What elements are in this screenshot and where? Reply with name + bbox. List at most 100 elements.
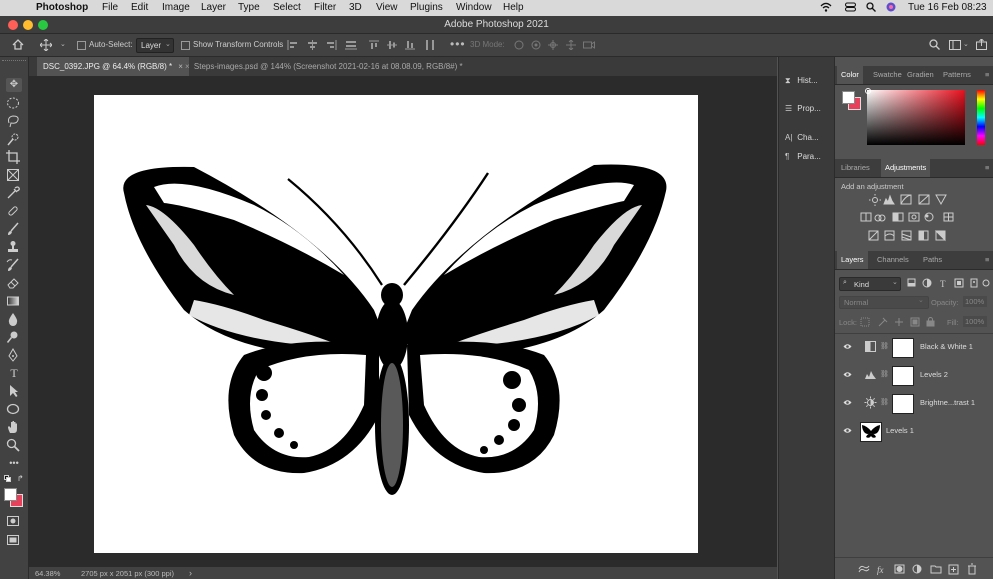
layer-name[interactable]: Black & White 1 (920, 342, 973, 351)
auto-select-dropdown[interactable]: Layer ⌄ (136, 38, 174, 53)
clone-stamp-tool-icon[interactable] (6, 240, 22, 254)
visibility-eye-icon[interactable] (843, 343, 852, 350)
hand-tool-icon[interactable] (6, 420, 22, 434)
close-tab-icon[interactable]: × (185, 62, 190, 71)
menu-app-name[interactable]: Photoshop (36, 2, 88, 13)
tab-adjustments[interactable]: Adjustments (881, 159, 931, 177)
layer-image-thumbnail[interactable] (860, 422, 882, 442)
eraser-tool-icon[interactable] (6, 276, 22, 290)
menu-select[interactable]: Select (273, 2, 301, 13)
layer-name[interactable]: Brightne...trast 1 (920, 398, 975, 407)
type-tool-icon[interactable]: T (6, 366, 22, 380)
3d-roll-icon[interactable] (531, 40, 541, 50)
ellipse-tool-icon[interactable] (6, 402, 22, 416)
color-field[interactable] (865, 88, 965, 145)
align-left-icon[interactable] (287, 40, 298, 50)
visibility-eye-icon[interactable] (843, 371, 852, 378)
layer-row-brightness-contrast-1[interactable]: ⛓ Brightne...trast 1 (836, 390, 993, 416)
lasso-tool-icon[interactable] (6, 114, 22, 128)
menu-3d[interactable]: 3D (349, 2, 362, 13)
dock-character[interactable]: A| Cha... (785, 130, 819, 146)
mask-link-icon[interactable]: ⛓ (880, 398, 889, 406)
share-icon[interactable] (976, 39, 987, 50)
tab-steps-images[interactable]: × Steps-images.psd @ 144% (Screenshot 20… (179, 57, 469, 76)
history-brush-tool-icon[interactable] (6, 258, 22, 272)
wifi-icon[interactable] (820, 2, 832, 12)
color-picker-cursor[interactable] (865, 88, 871, 94)
panel-menu-icon[interactable]: ≡ (981, 159, 993, 177)
menu-plugins[interactable]: Plugins (410, 2, 443, 13)
tab-color[interactable]: Color (837, 66, 863, 84)
workspace-icon[interactable] (949, 40, 961, 50)
search-icon[interactable] (866, 2, 876, 12)
workspace-chevron-icon[interactable]: ⌄ (963, 40, 969, 50)
align-right-icon[interactable] (326, 40, 337, 50)
zoom-level[interactable]: 64.38% (35, 569, 60, 578)
document-info[interactable]: 2705 px x 2051 px (300 ppi) (81, 569, 174, 578)
toolbar-grip[interactable] (2, 60, 26, 63)
edit-toolbar-icon[interactable]: ••• (6, 456, 22, 470)
brush-tool-icon[interactable] (6, 222, 22, 236)
move-tool-icon[interactable] (40, 39, 52, 51)
screen-mode-icon[interactable] (6, 533, 22, 547)
blend-mode-dropdown[interactable]: Normal ⌄ (839, 296, 929, 309)
menu-type[interactable]: Type (238, 2, 260, 13)
search-icon[interactable] (929, 39, 940, 50)
menu-layer[interactable]: Layer (201, 2, 226, 13)
hue-slider[interactable] (977, 90, 985, 145)
blur-tool-icon[interactable] (6, 312, 22, 326)
default-colors-icon[interactable] (4, 475, 11, 482)
menu-help[interactable]: Help (503, 2, 524, 13)
document-image[interactable] (94, 95, 698, 553)
dodge-tool-icon[interactable] (6, 330, 22, 344)
distribute-icon[interactable] (425, 40, 435, 50)
visibility-eye-icon[interactable] (843, 399, 852, 406)
status-menu-arrow[interactable]: › (189, 568, 192, 578)
opacity-field[interactable]: 100% (963, 296, 987, 307)
layer-mask-thumbnail[interactable] (892, 338, 914, 358)
mask-link-icon[interactable]: ⛓ (880, 370, 889, 378)
layer-name[interactable]: Levels 2 (920, 370, 948, 379)
marquee-tool-icon[interactable] (6, 96, 22, 110)
menu-edit[interactable]: Edit (131, 2, 148, 13)
layer-row-levels-1[interactable]: Levels 1 (836, 418, 993, 444)
panel-menu-icon[interactable]: ≡ (981, 251, 993, 269)
menu-filter[interactable]: Filter (314, 2, 336, 13)
tab-gradients[interactable]: Gradien (903, 66, 938, 84)
home-icon[interactable] (12, 39, 24, 50)
menu-window[interactable]: Window (456, 2, 492, 13)
adjustment-icon-grid[interactable] (835, 193, 993, 248)
visibility-eye-icon[interactable] (843, 427, 852, 434)
align-distribute-icon[interactable] (345, 40, 357, 50)
layer-mask-thumbnail[interactable] (892, 366, 914, 386)
menu-file[interactable]: File (102, 2, 118, 13)
layer-filter-dropdown[interactable]: ⌕ Kind ⌄ (839, 277, 901, 291)
crop-tool-icon[interactable] (6, 150, 22, 164)
align-hcenter-icon[interactable] (307, 40, 318, 50)
panel-menu-icon[interactable]: ≡ (981, 66, 993, 84)
foreground-color-chip[interactable] (842, 91, 855, 104)
tab-patterns[interactable]: Patterns (939, 66, 975, 84)
layer-row-levels-2[interactable]: ⛓ Levels 2 (836, 362, 993, 388)
more-options-icon[interactable]: ••• (450, 38, 466, 50)
quick-selection-tool-icon[interactable] (6, 132, 22, 146)
3d-pan-icon[interactable] (548, 40, 558, 50)
swap-colors-icon[interactable]: ↱ (17, 474, 24, 483)
3d-camera-icon[interactable] (583, 40, 595, 50)
pen-tool-icon[interactable] (6, 348, 22, 362)
dock-paragraph[interactable]: ¶ Para... (785, 149, 821, 165)
align-top-icon[interactable] (369, 40, 379, 50)
auto-select-checkbox[interactable] (77, 41, 86, 50)
dock-properties[interactable]: ☰ Prop... (785, 101, 821, 117)
tab-channels[interactable]: Channels (873, 251, 913, 269)
gradient-tool-icon[interactable] (6, 294, 22, 308)
menu-view[interactable]: View (376, 2, 398, 13)
layer-name[interactable]: Levels 1 (886, 426, 914, 435)
layer-mask-thumbnail[interactable] (892, 394, 914, 414)
healing-brush-tool-icon[interactable] (6, 204, 22, 218)
tab-swatches[interactable]: Swatche (869, 66, 906, 84)
menu-image[interactable]: Image (162, 2, 190, 13)
clock[interactable]: Tue 16 Feb 08:23 (908, 2, 987, 13)
layer-filter-icon-row[interactable]: T (905, 277, 991, 289)
tab-layers[interactable]: Layers (837, 251, 868, 269)
